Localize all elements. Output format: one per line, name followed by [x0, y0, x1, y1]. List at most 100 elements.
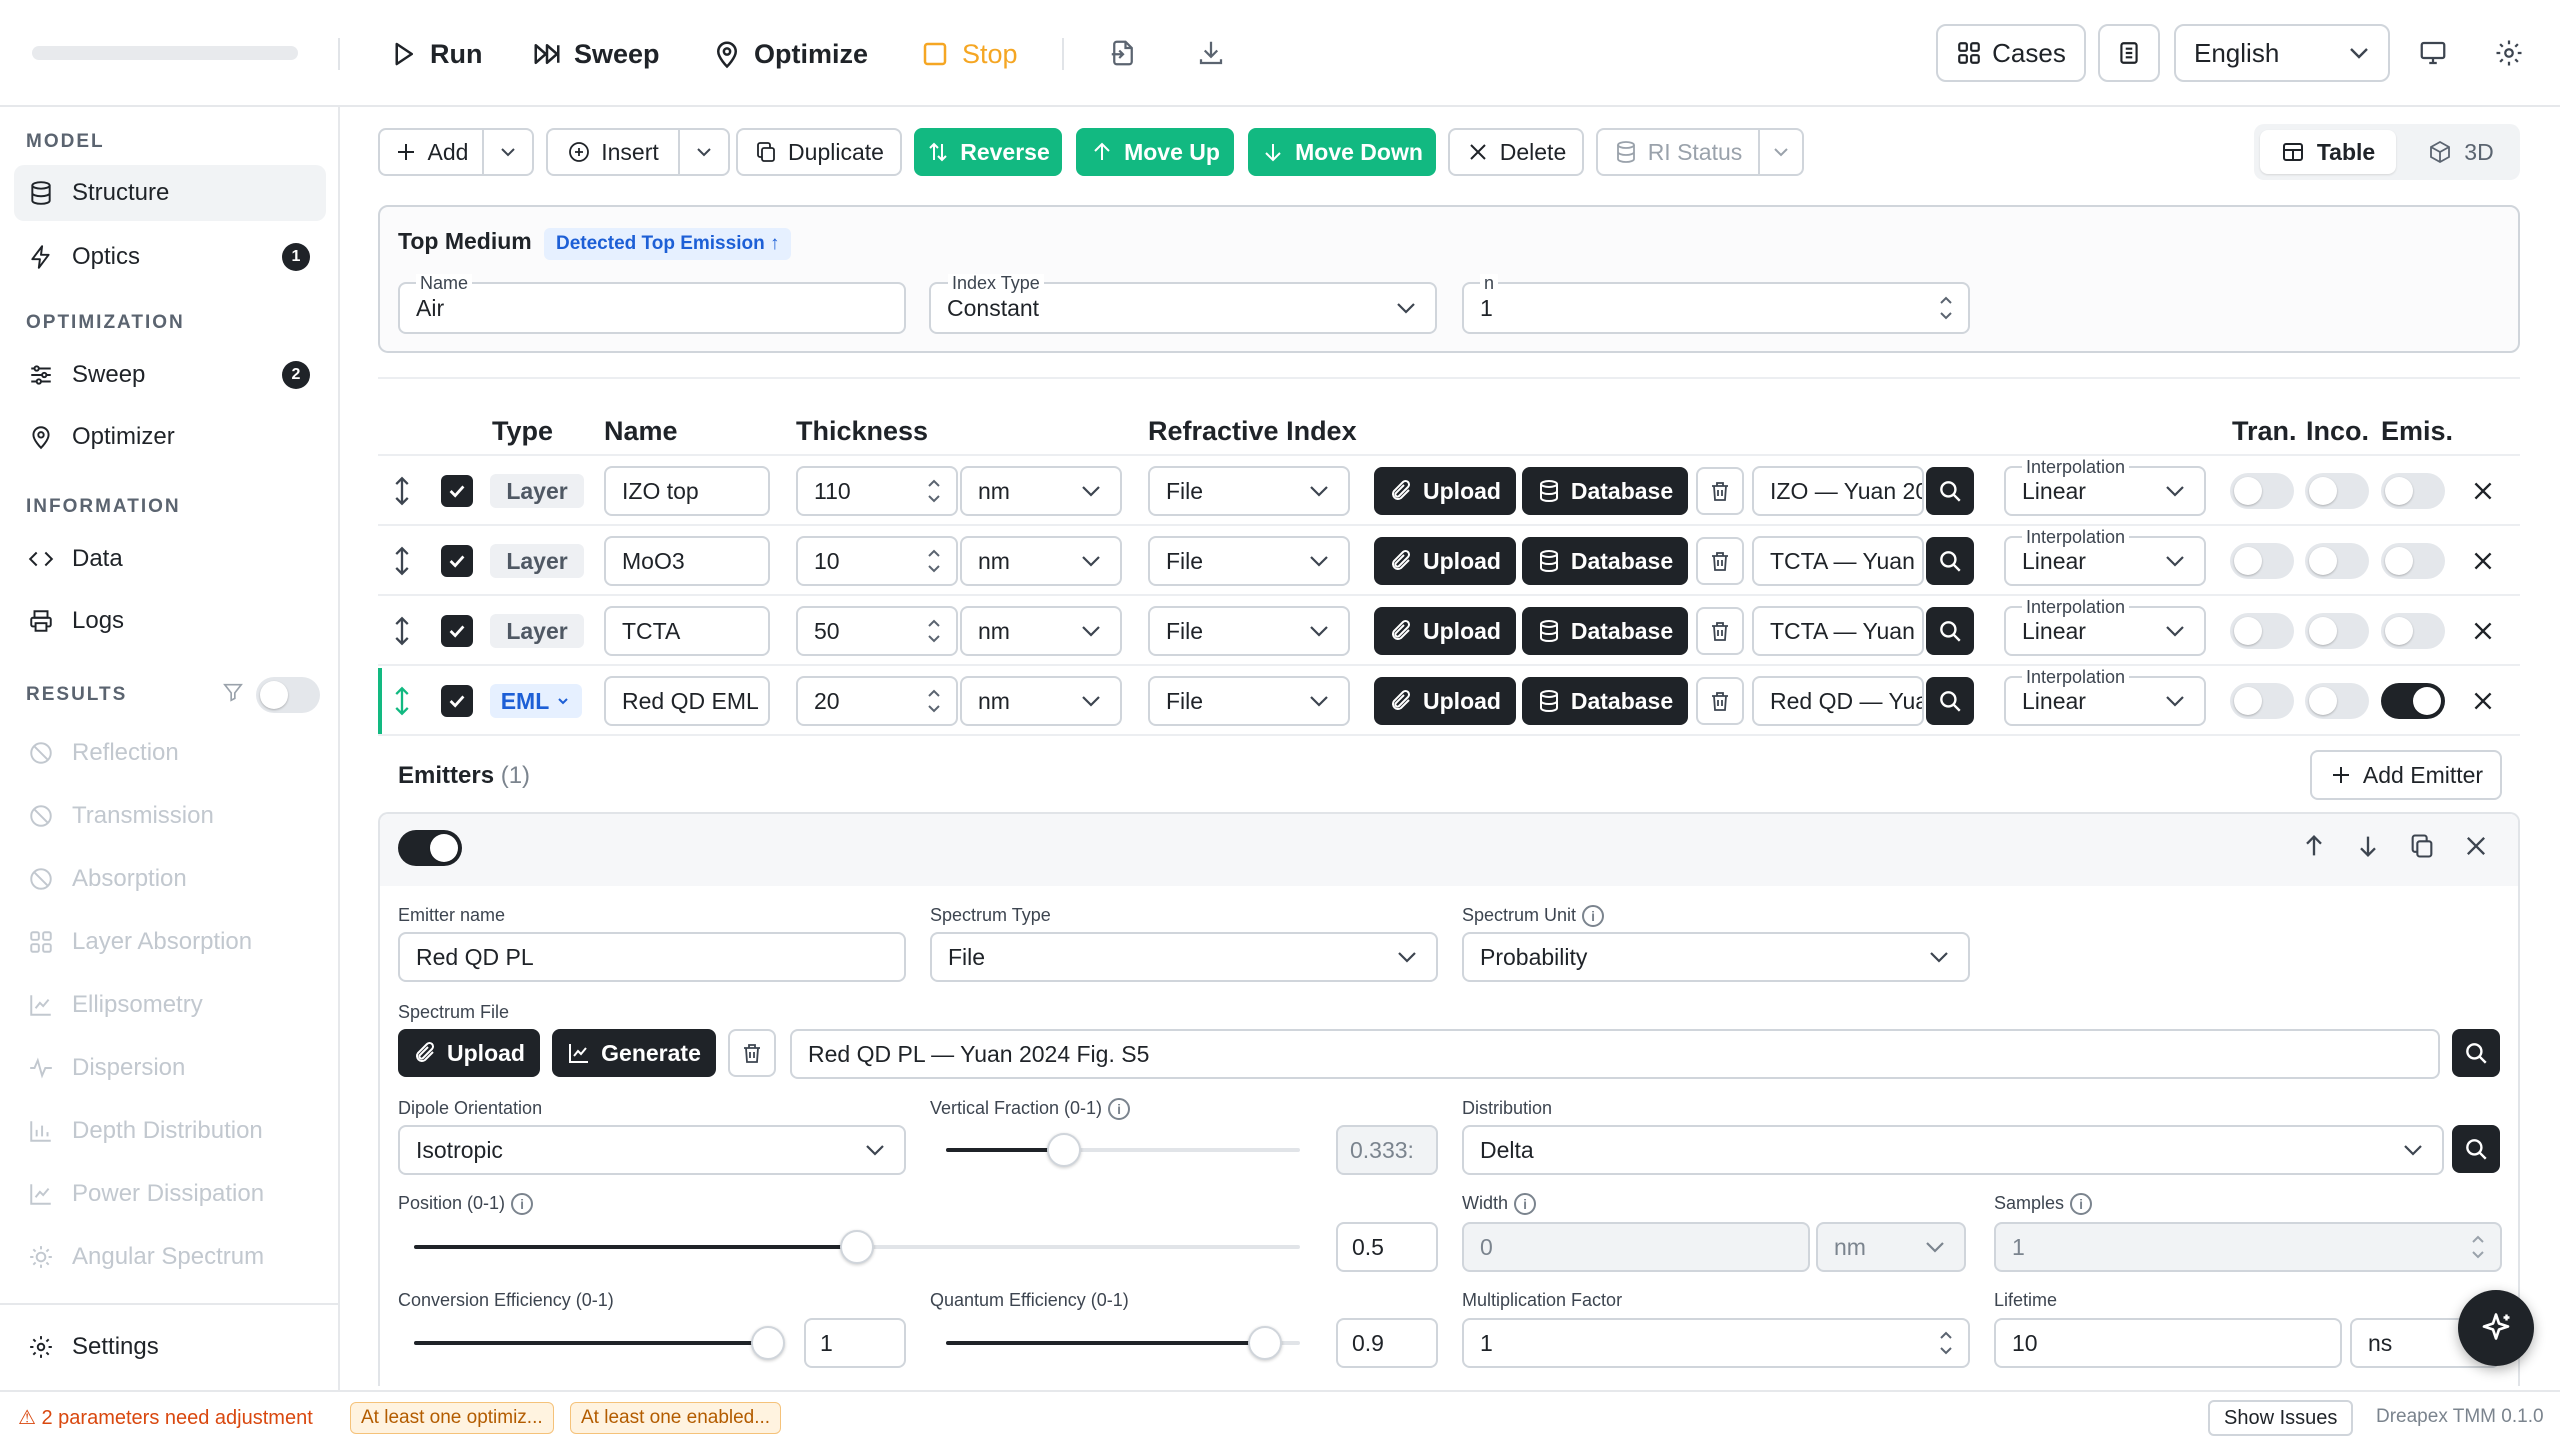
sidebar-item-settings[interactable]: Settings [14, 1319, 326, 1375]
sidebar-item-structure[interactable]: Structure [14, 165, 326, 221]
layer-ri-source-select[interactable]: File [1148, 676, 1350, 726]
remove-layer-icon[interactable] [2470, 478, 2496, 504]
ri-status-button[interactable]: RI Status [1596, 128, 1760, 176]
stepper-arrows-icon[interactable] [926, 474, 942, 508]
samples-stepper[interactable]: 1 [1994, 1222, 2502, 1272]
layer-name-input[interactable]: TCTA [604, 606, 770, 656]
layer-material-input[interactable]: TCTA — Yuan 2 [1752, 536, 1924, 586]
delete-button[interactable]: Delete [1448, 128, 1584, 176]
layer-tran-toggle[interactable] [2230, 543, 2294, 579]
sidebar-item-data[interactable]: Data [14, 531, 326, 587]
sidebar-item-sweep[interactable]: Sweep 2 [14, 347, 326, 403]
conversion-efficiency-slider[interactable] [414, 1341, 768, 1345]
drag-handle-icon[interactable] [388, 476, 416, 506]
spectrum-delete-button[interactable] [728, 1029, 776, 1077]
layer-material-input[interactable]: Red QD — Yuar [1752, 676, 1924, 726]
ri-status-dropdown[interactable] [1758, 128, 1804, 176]
layer-unit-select[interactable]: nm [960, 536, 1122, 586]
layer-material-search-button[interactable] [1926, 677, 1974, 725]
layer-upload-button[interactable]: Upload [1374, 467, 1516, 515]
layer-emis-toggle[interactable] [2381, 543, 2445, 579]
display-button[interactable] [2418, 38, 2448, 68]
sidebar-item-power-dissipation[interactable]: Power Dissipation [14, 1166, 326, 1222]
layer-clear-button[interactable] [1696, 467, 1744, 515]
results-toggle[interactable] [256, 677, 320, 713]
layer-ri-source-select[interactable]: File [1148, 606, 1350, 656]
layer-enabled-checkbox[interactable] [441, 615, 473, 647]
move-down-button[interactable]: Move Down [1248, 128, 1436, 176]
layer-inco-toggle[interactable] [2305, 543, 2369, 579]
quantum-efficiency-thumb[interactable] [1247, 1326, 1282, 1360]
layer-enabled-checkbox[interactable] [441, 545, 473, 577]
layer-material-search-button[interactable] [1926, 537, 1974, 585]
layer-inco-toggle[interactable] [2305, 613, 2369, 649]
vertical-fraction-thumb[interactable] [1046, 1133, 1081, 1167]
conversion-efficiency-thumb[interactable] [751, 1326, 785, 1360]
layer-unit-select[interactable]: nm [960, 606, 1122, 656]
width-unit-select[interactable]: nm [1816, 1222, 1966, 1272]
sidebar-item-dispersion[interactable]: Dispersion [14, 1040, 326, 1096]
add-button[interactable]: Add [378, 128, 484, 176]
layer-material-search-button[interactable] [1926, 607, 1974, 655]
stepper-arrows-icon[interactable] [1938, 291, 1954, 325]
stepper-arrows-icon[interactable] [2470, 1230, 2486, 1264]
info-icon[interactable]: i [1582, 905, 1605, 928]
layer-ri-source-select[interactable]: File [1148, 536, 1350, 586]
drag-handle-icon[interactable] [388, 616, 416, 646]
sidebar-item-layer-absorption[interactable]: Layer Absorption [14, 914, 326, 970]
layer-upload-button[interactable]: Upload [1374, 607, 1516, 655]
emitter-name-input[interactable]: Red QD PL [398, 932, 906, 982]
info-icon[interactable]: i [511, 1193, 534, 1216]
notes-button[interactable] [2098, 24, 2160, 82]
layer-name-input[interactable]: Red QD EML [604, 676, 770, 726]
layer-thickness-stepper[interactable]: 110 [796, 466, 958, 516]
layer-upload-button[interactable]: Upload [1374, 537, 1516, 585]
layer-emis-toggle[interactable] [2381, 473, 2445, 509]
emitter-enabled-toggle[interactable] [398, 830, 462, 866]
add-emitter-button[interactable]: Add Emitter [2310, 750, 2502, 800]
filter-icon[interactable] [222, 681, 244, 703]
top-medium-name-field[interactable]: Air [398, 282, 906, 334]
multiplication-factor-stepper[interactable]: 1 [1462, 1318, 1970, 1368]
position-value[interactable]: 0.5 [1336, 1222, 1438, 1272]
sidebar-item-depth-distribution[interactable]: Depth Distribution [14, 1103, 326, 1159]
stepper-arrows-icon[interactable] [1938, 1326, 1954, 1360]
sidebar-item-angular-spectrum[interactable]: Angular Spectrum [14, 1229, 326, 1285]
show-issues-button[interactable]: Show Issues [2208, 1400, 2354, 1436]
info-icon[interactable]: i [1108, 1098, 1131, 1121]
vertical-fraction-slider[interactable] [946, 1148, 1300, 1152]
width-input[interactable]: 0 [1462, 1222, 1810, 1272]
sidebar-item-transmission[interactable]: Transmission [14, 788, 326, 844]
sidebar-item-optimizer[interactable]: Optimizer [14, 409, 326, 465]
layer-thickness-stepper[interactable]: 50 [796, 606, 958, 656]
reverse-button[interactable]: Reverse [914, 128, 1062, 176]
info-icon[interactable]: i [1514, 1193, 1537, 1216]
layer-tran-toggle[interactable] [2230, 473, 2294, 509]
distribution-select[interactable]: Delta [1462, 1125, 2444, 1175]
language-select[interactable]: English [2174, 24, 2390, 82]
stepper-arrows-icon[interactable] [926, 684, 942, 718]
spectrum-file-input[interactable]: Red QD PL — Yuan 2024 Fig. S5 [790, 1029, 2440, 1079]
view-table-tab[interactable]: Table [2260, 130, 2396, 174]
layer-database-button[interactable]: Database [1522, 537, 1688, 585]
layer-thickness-stepper[interactable]: 10 [796, 536, 958, 586]
drag-handle-icon[interactable] [388, 546, 416, 576]
layer-enabled-checkbox[interactable] [441, 685, 473, 717]
layer-database-button[interactable]: Database [1522, 677, 1688, 725]
move-up-button[interactable]: Move Up [1076, 128, 1234, 176]
settings-gear-button[interactable] [2494, 38, 2524, 68]
distribution-search-button[interactable] [2452, 1125, 2500, 1173]
layer-enabled-checkbox[interactable] [441, 475, 473, 507]
vertical-fraction-value[interactable]: 0.333: [1336, 1125, 1438, 1175]
sidebar-item-absorption[interactable]: Absorption [14, 851, 326, 907]
layer-emis-toggle[interactable] [2381, 613, 2445, 649]
spectrum-search-button[interactable] [2452, 1029, 2500, 1077]
layer-clear-button[interactable] [1696, 677, 1744, 725]
stepper-arrows-icon[interactable] [926, 544, 942, 578]
sweep-button[interactable]: Sweep [532, 30, 660, 78]
layer-material-input[interactable]: IZO — Yuan 20: [1752, 466, 1924, 516]
optimize-button[interactable]: Optimize [712, 30, 868, 78]
import-button[interactable] [1108, 38, 1138, 68]
arrow-up-icon[interactable] [2300, 832, 2328, 860]
layer-clear-button[interactable] [1696, 607, 1744, 655]
